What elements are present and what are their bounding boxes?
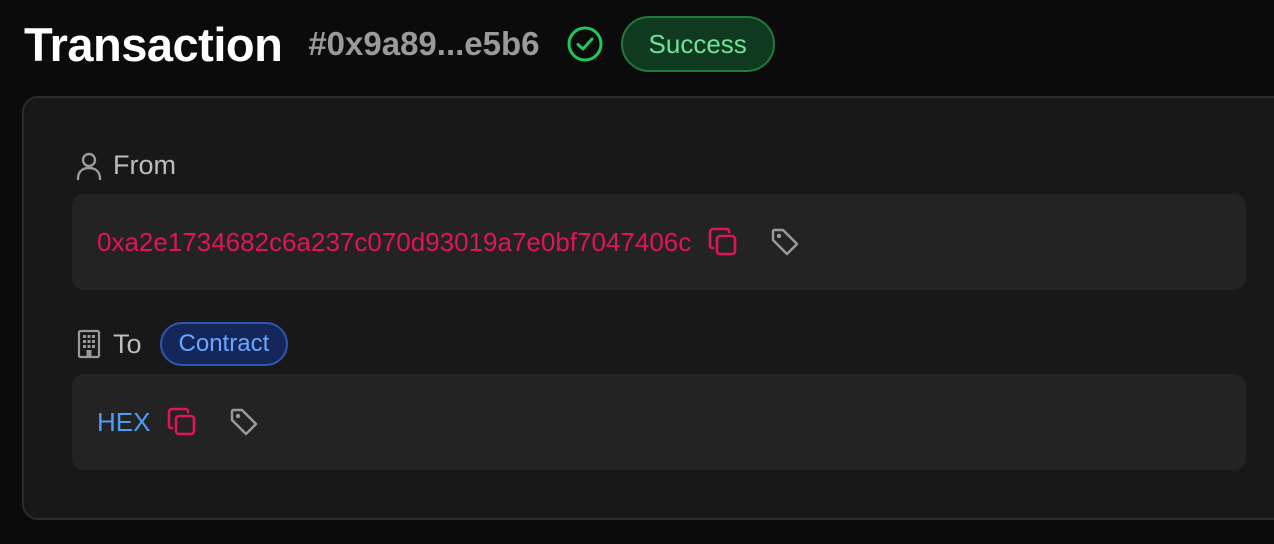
from-label: From <box>113 150 176 180</box>
to-label: To <box>113 328 142 359</box>
to-value-box: HEX <box>72 374 1246 470</box>
contract-badge: Contract <box>159 322 289 366</box>
from-address[interactable]: 0xa2e1734682c6a237c070d93019a7e0bf704740… <box>97 227 691 258</box>
from-value-box: 0xa2e1734682c6a237c070d93019a7e0bf704740… <box>72 194 1246 290</box>
from-label-row: From <box>74 150 176 181</box>
transaction-details-card: From 0xa2e1734682c6a237c070d93019a7e0bf7… <box>22 96 1274 520</box>
tag-icon[interactable] <box>227 405 261 439</box>
to-contract-link[interactable]: HEX <box>97 407 150 438</box>
to-label-row: To Contract <box>74 322 289 366</box>
copy-icon[interactable] <box>165 405 199 439</box>
page-title: Transaction <box>24 17 283 71</box>
copy-icon[interactable] <box>706 225 740 259</box>
status-badge: Success <box>620 16 775 72</box>
building-icon <box>74 329 104 359</box>
check-circle-icon <box>566 25 604 63</box>
transaction-hash: #0x9a89...e5b6 <box>308 25 540 62</box>
user-icon <box>74 151 104 181</box>
transaction-header: Transaction #0x9a89...e5b6 Success <box>24 14 775 74</box>
tag-icon[interactable] <box>768 225 802 259</box>
